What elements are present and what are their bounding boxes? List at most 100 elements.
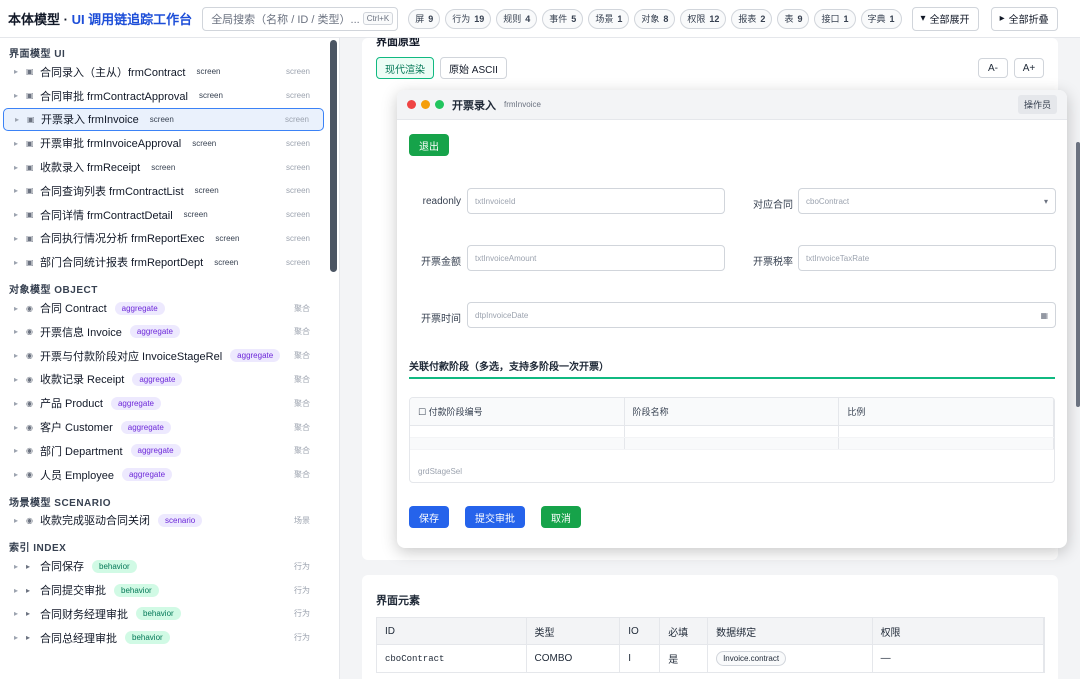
sidebar-item[interactable]: ▸ ▣ 合同执行情况分析 frmReportExec screen screen bbox=[3, 227, 324, 251]
chevron-right-icon[interactable]: ▸ bbox=[14, 586, 26, 595]
calendar-icon[interactable]: ▦ bbox=[1040, 311, 1048, 320]
chevron-right-icon[interactable]: ▸ bbox=[14, 304, 26, 313]
chevron-down-icon: ▾ bbox=[1043, 196, 1048, 206]
zoom-out-button[interactable]: A- bbox=[978, 58, 1008, 78]
collapse-all-button[interactable]: ▸ 全部折叠 bbox=[990, 6, 1058, 31]
grid-row[interactable] bbox=[410, 438, 1054, 450]
ascii-render-button[interactable]: 原始 ASCII bbox=[440, 57, 507, 79]
sidebar-item[interactable]: ▸ ◉ 产品 Product aggregate 聚合 bbox=[3, 391, 324, 415]
count-chip[interactable]: 屏9 bbox=[408, 8, 441, 29]
sidebar-item[interactable]: ▸ ▸ 合同提交审批 behavior 行为 bbox=[3, 578, 324, 602]
count-chip-value: 1 bbox=[843, 13, 849, 24]
stage-grid[interactable]: ☐ 付款阶段编号 阶段名称 比例 grdStageSel bbox=[409, 397, 1055, 483]
table-row[interactable]: cboContract COMBO I 是 Invoice.contract — bbox=[376, 645, 1045, 673]
chevron-right-icon[interactable]: ▸ bbox=[14, 609, 26, 618]
sidebar-item[interactable]: ▸ ▣ 合同详情 frmContractDetail screen screen bbox=[3, 203, 324, 227]
chevron-right-icon[interactable]: ▸ bbox=[14, 139, 26, 148]
sidebar-item[interactable]: ▸ ▸ 合同财务经理审批 behavior 行为 bbox=[3, 602, 324, 626]
count-chip[interactable]: 对象 8 bbox=[634, 8, 676, 29]
sidebar-item[interactable]: ▸ ◉ 人员 Employee aggregate 聚合 bbox=[3, 463, 324, 487]
chevron-right-icon[interactable]: ▸ bbox=[14, 210, 26, 219]
chevron-right-icon[interactable]: ▸ bbox=[14, 186, 26, 195]
col-type: 类型 bbox=[527, 618, 621, 644]
chevron-right-icon[interactable]: ▸ bbox=[15, 115, 27, 124]
sidebar-item[interactable]: ▸ ◉ 收款完成驱动合同关闭 scenario 场景 bbox=[3, 509, 324, 533]
sidebar-item-label: 合同详情 frmContractDetail bbox=[40, 209, 173, 222]
count-chip[interactable]: 规则 4 bbox=[496, 8, 538, 29]
grid-name-label: grdStageSel bbox=[418, 467, 463, 476]
col-binding: 数据绑定 bbox=[708, 618, 873, 644]
contract-select[interactable]: cboContract ▾ bbox=[798, 188, 1056, 214]
type-badge: aggregate bbox=[129, 325, 180, 339]
sidebar-item[interactable]: ▸ ◉ 开票与付款阶段对应 InvoiceStageRel aggregate 聚合 bbox=[3, 344, 324, 368]
chevron-right-icon[interactable]: ▸ bbox=[14, 399, 26, 408]
date-picker[interactable]: dtpInvoiceDate ▦ bbox=[467, 302, 1056, 328]
cell-id: cboContract bbox=[377, 645, 527, 672]
sidebar-item-label: 人员 Employee bbox=[40, 469, 114, 482]
sidebar-item[interactable]: ▸ ◉ 收款记录 Receipt aggregate 聚合 bbox=[3, 368, 324, 392]
sidebar-item[interactable]: ▸ ▸ 合同总经理审批 behavior 行为 bbox=[3, 626, 324, 650]
chevron-right-icon[interactable]: ▸ bbox=[14, 423, 26, 432]
sidebar-item[interactable]: ▸ ▣ 合同审批 frmContractApproval screen screen bbox=[3, 84, 324, 108]
count-chip[interactable]: 表9 bbox=[777, 8, 810, 29]
chevron-right-icon[interactable]: ▸ bbox=[14, 91, 26, 100]
chevron-right-icon[interactable]: ▸ bbox=[14, 562, 26, 571]
sidebar-item[interactable]: ▸ ▸ 合同保存 behavior 行为 bbox=[3, 554, 324, 578]
node-icon: ◉ bbox=[26, 351, 33, 361]
chevron-right-icon[interactable]: ▸ bbox=[14, 446, 26, 455]
grid-row[interactable] bbox=[410, 426, 1054, 438]
amount-field[interactable]: txtInvoiceAmount bbox=[467, 245, 725, 271]
count-chip[interactable]: 接口 1 bbox=[814, 8, 856, 29]
exit-button[interactable]: 退出 bbox=[409, 134, 449, 156]
chevron-right-icon[interactable]: ▸ bbox=[14, 351, 26, 360]
sidebar-item[interactable]: ▸ ▣ 合同录入（主从）frmContract screen screen bbox=[3, 60, 324, 84]
taxrate-field[interactable]: txtInvoiceTaxRate bbox=[798, 245, 1056, 271]
count-chip[interactable]: 字典 1 bbox=[860, 8, 902, 29]
type-badge: aggregate bbox=[230, 349, 281, 363]
chevron-right-icon[interactable]: ▸ bbox=[14, 375, 26, 384]
count-chip[interactable]: 事件 5 bbox=[542, 8, 584, 29]
sidebar-item[interactable]: ▸ ▣ 部门合同统计报表 frmReportDept screen screen bbox=[3, 250, 324, 274]
col-permission: 权限 bbox=[873, 618, 1045, 644]
type-badge: behavior bbox=[92, 559, 137, 573]
chevron-right-icon[interactable]: ▸ bbox=[14, 470, 26, 479]
cell-permission: — bbox=[873, 645, 1045, 672]
save-button[interactable]: 保存 bbox=[409, 506, 449, 528]
maximize-dot-icon bbox=[435, 100, 444, 109]
chevron-right-icon[interactable]: ▸ bbox=[14, 633, 26, 642]
date-placeholder: dtpInvoiceDate bbox=[475, 310, 529, 320]
count-chip[interactable]: 报表 2 bbox=[731, 8, 773, 29]
chevron-right-icon[interactable]: ▸ bbox=[14, 327, 26, 336]
sidebar-scrollbar[interactable] bbox=[330, 40, 337, 272]
kind-label: 聚合 bbox=[294, 470, 310, 480]
count-chip[interactable]: 行为 19 bbox=[445, 8, 492, 29]
cancel-button[interactable]: 取消 bbox=[541, 506, 581, 528]
search-input[interactable]: 全局搜索（名称 / ID / 类型）... Ctrl+K bbox=[202, 6, 399, 31]
count-chip[interactable]: 权限 12 bbox=[680, 8, 727, 29]
binding-chip[interactable]: Invoice.contract bbox=[716, 651, 787, 666]
page-scrollbar[interactable] bbox=[1076, 142, 1080, 407]
modern-render-button[interactable]: 现代渲染 bbox=[376, 57, 434, 79]
chevron-right-icon[interactable]: ▸ bbox=[14, 516, 26, 525]
chevron-right-icon[interactable]: ▸ bbox=[14, 234, 26, 243]
chevron-right-icon[interactable]: ▸ bbox=[14, 163, 26, 172]
expand-all-button[interactable]: ▾ 全部展开 bbox=[911, 6, 979, 31]
invoice-id-field[interactable]: txtInvoiceId bbox=[467, 188, 725, 214]
sidebar-item[interactable]: ▸ ◉ 客户 Customer aggregate 聚合 bbox=[3, 415, 324, 439]
sidebar-item[interactable]: ▸ ◉ 开票信息 Invoice aggregate 聚合 bbox=[3, 320, 324, 344]
sidebar-item[interactable]: ▸ ◉ 部门 Department aggregate 聚合 bbox=[3, 439, 324, 463]
zoom-in-button[interactable]: A+ bbox=[1014, 58, 1044, 78]
grid-col-stage-no[interactable]: ☐ 付款阶段编号 bbox=[410, 398, 625, 425]
sidebar-item[interactable]: ▸ ▣ 开票审批 frmInvoiceApproval screen screen bbox=[3, 131, 324, 155]
sidebar-item[interactable]: ▸ ▣ 收款录入 frmReceipt screen screen bbox=[3, 155, 324, 179]
chevron-down-icon: ▾ bbox=[920, 13, 926, 24]
count-chip[interactable]: 场景 1 bbox=[588, 8, 630, 29]
count-chip-label: 对象 bbox=[641, 14, 660, 24]
elements-table-header: ID 类型 IO 必填 数据绑定 权限 bbox=[376, 617, 1045, 645]
sidebar-item[interactable]: ▸ ◉ 合同 Contract aggregate 聚合 bbox=[3, 296, 324, 320]
sidebar-item[interactable]: ▸ ▣ 开票录入 frmInvoice screen screen bbox=[3, 107, 324, 132]
chevron-right-icon[interactable]: ▸ bbox=[14, 67, 26, 76]
sidebar-item[interactable]: ▸ ▣ 合同查询列表 frmContractList screen screen bbox=[3, 179, 324, 203]
submit-approval-button[interactable]: 提交审批 bbox=[465, 506, 525, 528]
chevron-right-icon[interactable]: ▸ bbox=[14, 258, 26, 267]
